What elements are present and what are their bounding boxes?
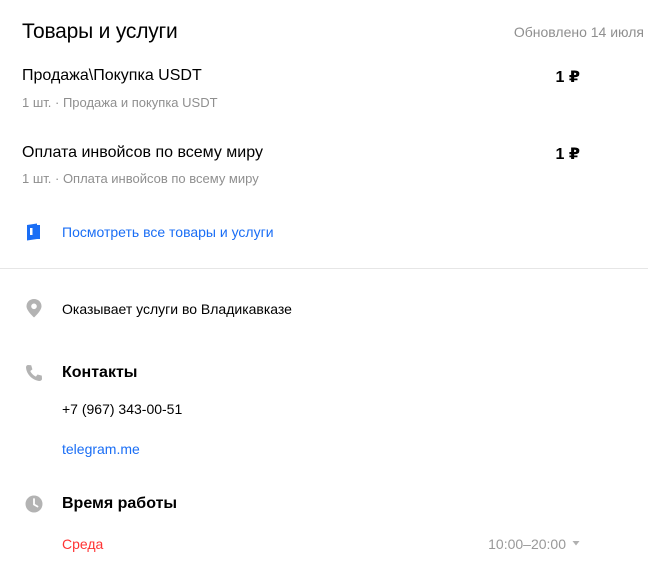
telegram-link[interactable]: telegram.me [62,441,140,457]
product-price: 1 ₽ [555,69,580,86]
product-subtitle: 1 шт. · Продажа и покупка USDT [22,95,218,110]
see-all-goods-label[interactable]: Посмотреть все товары и услуги [62,224,274,240]
hours-title: Время работы [62,495,178,512]
book-icon [27,223,40,241]
product-price: 1 ₽ [555,146,580,163]
section-divider [0,268,648,269]
phone-icon [26,365,42,381]
goods-title: Товары и услуги [22,20,178,43]
updated-date: Обновлено 14 июля [513,24,644,40]
contacts-title: Контакты [62,364,138,381]
map-pin-icon [26,299,42,318]
phone-number[interactable]: +7 (967) 343-00-51 [62,401,182,417]
product-name[interactable]: Оплата инвойсов по всему миру [22,144,263,162]
today-label: Среда [62,536,104,552]
hours-time[interactable]: 10:00–20:00 [488,536,566,552]
product-name[interactable]: Продажа\Покупка USDT [22,67,202,85]
clock-icon [25,495,43,513]
location-text: Оказывает услуги во Владикавказе [62,301,292,317]
product-subtitle: 1 шт. · Оплата инвойсов по всему миру [22,171,259,186]
chevron-down-icon[interactable] [571,538,581,548]
